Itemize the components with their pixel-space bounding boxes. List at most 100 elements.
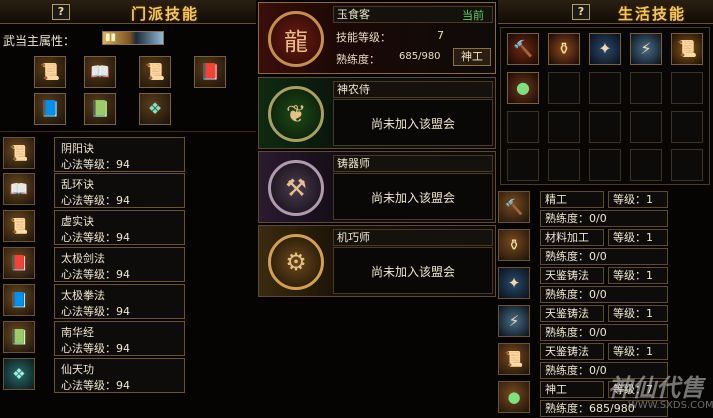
profession-name-box: 机巧师 [333, 229, 493, 246]
life-slot-empty[interactable] [671, 72, 703, 104]
anvil-icon: ⚒ [268, 160, 324, 216]
profession-emblem: 龍 [263, 7, 329, 71]
title-button[interactable]: 神工 [453, 48, 491, 66]
life-slot-empty[interactable] [589, 149, 621, 181]
skill-icon: 📗 [3, 321, 35, 353]
book-icon: 📕 [9, 254, 29, 272]
book-icon: 📘 [9, 291, 29, 309]
life-slot-2[interactable]: ⚱ [548, 33, 580, 65]
main-attribute-label: 武当主属性： [3, 34, 76, 48]
sect-divider [0, 131, 256, 132]
profession-name: 机巧师 [337, 231, 370, 244]
skill-box: 虚实诀 心法等级：94 [54, 210, 185, 245]
life-slot-empty[interactable] [548, 111, 580, 143]
life-slot-empty[interactable] [589, 111, 621, 143]
skill-name: 太极剑法 [61, 252, 105, 265]
life-help-button[interactable]: ? [572, 4, 590, 20]
skill-icon: ❖ [3, 358, 35, 390]
scroll-icon: 📜 [145, 62, 165, 81]
profession-name: 铸器师 [337, 157, 370, 170]
skill-icon: 📜 [3, 210, 35, 242]
scroll-icon: 📜 [40, 62, 60, 81]
skill-icon: 📘 [3, 284, 35, 316]
skill-name: 仙天功 [61, 363, 94, 376]
life-slot-empty[interactable] [548, 149, 580, 181]
life-slot-empty[interactable] [507, 149, 539, 181]
life-slot-empty[interactable] [671, 111, 703, 143]
skill-name: 阴阳诀 [61, 142, 94, 155]
book-icon: 📘 [40, 99, 60, 118]
sect-icon-slot-3[interactable]: 📜 [139, 56, 171, 88]
profession-card-current[interactable]: 龍 玉食客 当前 技能等级： 7 熟练度： 685/980 神工 [258, 2, 496, 74]
skill-box: 乱环诀 心法等级：94 [54, 173, 185, 208]
sect-icon-slot-1[interactable]: 📜 [34, 56, 66, 88]
skill-box: 太极拳法 心法等级：94 [54, 284, 185, 319]
life-skill-icon: ● [498, 381, 530, 413]
skill-name: 虚实诀 [61, 215, 94, 228]
life-skill-proficiency: 熟练度：0/0 [540, 248, 668, 265]
skill-box: 仙天功 心法等级：94 [54, 358, 185, 393]
skill-level: 心法等级：94 [61, 194, 130, 207]
life-skill-name: 神工 [540, 381, 604, 398]
life-slot-1[interactable]: 🔨 [507, 33, 539, 65]
profession-name-box: 玉食客 当前 [333, 6, 493, 23]
life-slot-empty[interactable] [548, 72, 580, 104]
sect-help-button[interactable]: ? [52, 4, 70, 20]
sect-icon-slot-5[interactable]: 📘 [34, 93, 66, 125]
scroll-icon: 📜 [9, 217, 29, 235]
sect-icon-slot-7[interactable]: ❖ [139, 93, 171, 125]
life-slot-4[interactable]: ⚡ [630, 33, 662, 65]
sect-icon-slot-2[interactable]: 📖 [84, 56, 116, 88]
gear-icon: ⚙ [268, 234, 324, 290]
sect-icon-slot-6[interactable]: 📗 [84, 93, 116, 125]
life-slot-3[interactable]: ✦ [589, 33, 621, 65]
life-skill-proficiency: 熟练度：0/0 [540, 286, 668, 303]
profession-name: 玉食客 [337, 8, 370, 21]
skill-name: 太极拳法 [61, 289, 105, 302]
profession-emblem: ❦ [263, 82, 329, 146]
proficiency-label: 熟练度： [336, 53, 380, 66]
profession-card[interactable]: ❦ 神农侍 尚未加入该盟会 [258, 77, 496, 149]
skill-level-value: 7 [437, 29, 444, 42]
profession-info: 尚未加入该盟会 [333, 173, 493, 220]
life-slot-empty[interactable] [507, 111, 539, 143]
life-slot-6[interactable]: ● [507, 72, 539, 104]
profession-name: 神农侍 [337, 83, 370, 96]
life-slot-empty[interactable] [630, 149, 662, 181]
hammer-icon: 🔨 [513, 39, 533, 58]
life-skill-proficiency: 熟练度：0/0 [540, 362, 668, 379]
life-slot-5[interactable]: 📜 [671, 33, 703, 65]
skill-box: 阴阳诀 心法等级：94 [54, 137, 185, 172]
life-skill-level: 等级：1 [608, 229, 668, 246]
skill-level: 心法等级：94 [61, 231, 130, 244]
life-slot-empty[interactable] [630, 72, 662, 104]
leaf-icon: ❦ [268, 86, 324, 142]
life-slot-empty[interactable] [630, 111, 662, 143]
orb-icon: ● [516, 78, 530, 97]
life-skill-proficiency: 熟练度：685/980 [540, 400, 668, 417]
star-icon: ✦ [507, 274, 521, 292]
profession-card[interactable]: ⚒ 铸器师 尚未加入该盟会 [258, 151, 496, 223]
skill-icon: 📕 [3, 247, 35, 279]
life-skill-proficiency: 熟练度：0/0 [540, 324, 668, 341]
skill-level: 心法等级：94 [61, 305, 130, 318]
proficiency-value: 685/980 [399, 51, 441, 62]
life-skill-name: 天鉴铸法 [540, 305, 604, 322]
profession-current-status: 当前 [462, 9, 484, 22]
chest-icon: ⚱ [557, 39, 571, 58]
sect-icon-slot-4[interactable]: 📕 [194, 56, 226, 88]
life-skill-icon: ⚱ [498, 229, 530, 261]
life-skill-name: 精工 [540, 191, 604, 208]
profession-name-box: 神农侍 [333, 81, 493, 98]
life-slot-empty[interactable] [589, 72, 621, 104]
skill-level-label: 技能等级： [336, 31, 391, 44]
life-slot-empty[interactable] [671, 149, 703, 181]
book-icon: 📖 [90, 62, 110, 81]
profession-card[interactable]: ⚙ 机巧师 尚未加入该盟会 [258, 225, 496, 297]
skill-name: 南华经 [61, 326, 94, 339]
star-icon: ✦ [598, 39, 612, 58]
life-skill-icon: 🔨 [498, 191, 530, 223]
life-skill-level: 等级：1 [608, 343, 668, 360]
book-icon: 📗 [90, 99, 110, 118]
profession-info: 尚未加入该盟会 [333, 99, 493, 146]
